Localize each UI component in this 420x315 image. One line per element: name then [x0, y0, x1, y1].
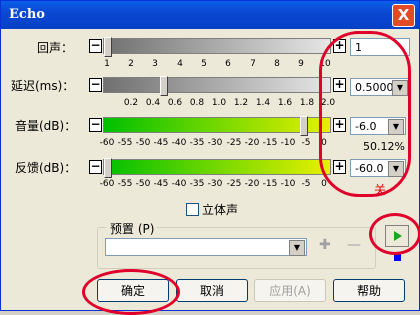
feedback-tick-label: -35: [189, 179, 205, 189]
volume-tick-label: -15: [262, 138, 278, 148]
delay-tick-label: 0.8: [189, 98, 205, 108]
feedback-tick-label: -15: [262, 179, 278, 189]
stop-icon[interactable]: [394, 254, 401, 261]
annotation-ring: [369, 213, 420, 255]
window-title: Echo: [9, 7, 45, 22]
delay-tick-label: 0.4: [145, 98, 161, 108]
echo-dialog: Echo X 回声： − + 1 1 2 3 4 5 6 7 8 9 10 延迟…: [0, 0, 420, 315]
volume-tick-label: -25: [226, 138, 242, 148]
feedback-tick-label: -55: [117, 179, 133, 189]
feedback-tick-label: -30: [207, 179, 223, 189]
volume-tick-label: -45: [153, 138, 169, 148]
title-bar: Echo X: [1, 1, 419, 29]
echo-slider[interactable]: [103, 37, 331, 57]
feedback-slider-thumb[interactable]: [104, 158, 112, 178]
volume-scale: -60 -55 -50 -45 -40 -35 -30 -25 -20 -15 …: [99, 138, 329, 150]
delay-slider-thumb[interactable]: [160, 76, 168, 96]
feedback-tick-label: -45: [153, 179, 169, 189]
volume-tick-label: -40: [171, 138, 187, 148]
delay-label: 延迟(ms)：: [11, 79, 75, 93]
volume-tick-label: -30: [207, 138, 223, 148]
echo-tick-label: 3: [152, 59, 158, 69]
volume-label: 音量(dB)：: [15, 119, 77, 133]
volume-decrease-button[interactable]: −: [89, 118, 102, 132]
annotation-ring: [319, 31, 411, 197]
apply-button[interactable]: 应用(A): [254, 279, 326, 302]
echo-tick-label: 1: [104, 59, 110, 69]
volume-slider-thumb[interactable]: [300, 116, 308, 136]
volume-tick-label: -20: [244, 138, 260, 148]
echo-tick-label: 5: [201, 59, 207, 69]
echo-decrease-button[interactable]: −: [89, 39, 102, 53]
volume-tick-label: -60: [99, 138, 115, 148]
feedback-slider[interactable]: [103, 158, 331, 178]
echo-tick-label: 7: [250, 59, 256, 69]
delay-tick-label: 1.0: [211, 98, 227, 108]
feedback-decrease-button[interactable]: −: [89, 160, 102, 174]
annotation-ring: [82, 269, 180, 315]
chevron-down-icon[interactable]: ▼: [289, 240, 305, 256]
add-preset-icon[interactable]: ✚: [319, 237, 331, 253]
echo-tick-label: 9: [298, 59, 304, 69]
feedback-tick-label: -50: [135, 179, 151, 189]
delay-tick-label: 0.6: [167, 98, 183, 108]
delay-decrease-button[interactable]: −: [89, 78, 102, 92]
feedback-tick-label: -40: [171, 179, 187, 189]
echo-tick-label: 6: [225, 59, 231, 69]
feedback-tick-label: -10: [280, 179, 296, 189]
volume-tick-label: -55: [117, 138, 133, 148]
delay-tick-label: 1.2: [233, 98, 249, 108]
delay-tick-label: 1.8: [299, 98, 315, 108]
echo-scale: 1 2 3 4 5 6 7 8 9 10: [103, 59, 331, 71]
feedback-tick-label: -25: [226, 179, 242, 189]
volume-tick-label: -35: [189, 138, 205, 148]
feedback-tick-label: -60: [99, 179, 115, 189]
volume-tick-label: -5: [301, 138, 311, 148]
feedback-tick-label: -20: [244, 179, 260, 189]
close-button[interactable]: X: [392, 4, 415, 27]
cancel-button[interactable]: 取消: [176, 279, 248, 302]
remove-preset-icon[interactable]: —: [347, 237, 361, 253]
delay-tick-label: 1.6: [277, 98, 293, 108]
echo-tick-label: 2: [128, 59, 134, 69]
volume-tick-label: -10: [280, 138, 296, 148]
presets-label: 预置 (P): [107, 220, 158, 237]
presets-select[interactable]: ▼: [105, 238, 307, 256]
close-icon: X: [397, 6, 410, 24]
feedback-label: 反馈(dB)：: [15, 161, 77, 175]
delay-tick-label: 1.4: [255, 98, 271, 108]
delay-tick-label: 0.2: [123, 98, 139, 108]
echo-label: 回声：: [37, 41, 74, 55]
volume-tick-label: -50: [135, 138, 151, 148]
echo-tick-label: 4: [177, 59, 183, 69]
feedback-scale: -60 -55 -50 -45 -40 -35 -30 -25 -20 -15 …: [99, 179, 329, 191]
echo-tick-label: 8: [274, 59, 280, 69]
delay-scale: 0.2 0.4 0.6 0.8 1.0 1.2 1.4 1.6 1.8 2.0: [103, 98, 335, 110]
delay-slider[interactable]: [103, 76, 331, 96]
stereo-checkbox[interactable]: [186, 203, 199, 216]
stereo-label: 立体声: [202, 203, 239, 217]
help-button[interactable]: 帮助: [333, 279, 405, 302]
volume-slider[interactable]: [103, 116, 331, 136]
echo-slider-thumb[interactable]: [104, 37, 112, 57]
feedback-tick-label: -5: [301, 179, 311, 189]
